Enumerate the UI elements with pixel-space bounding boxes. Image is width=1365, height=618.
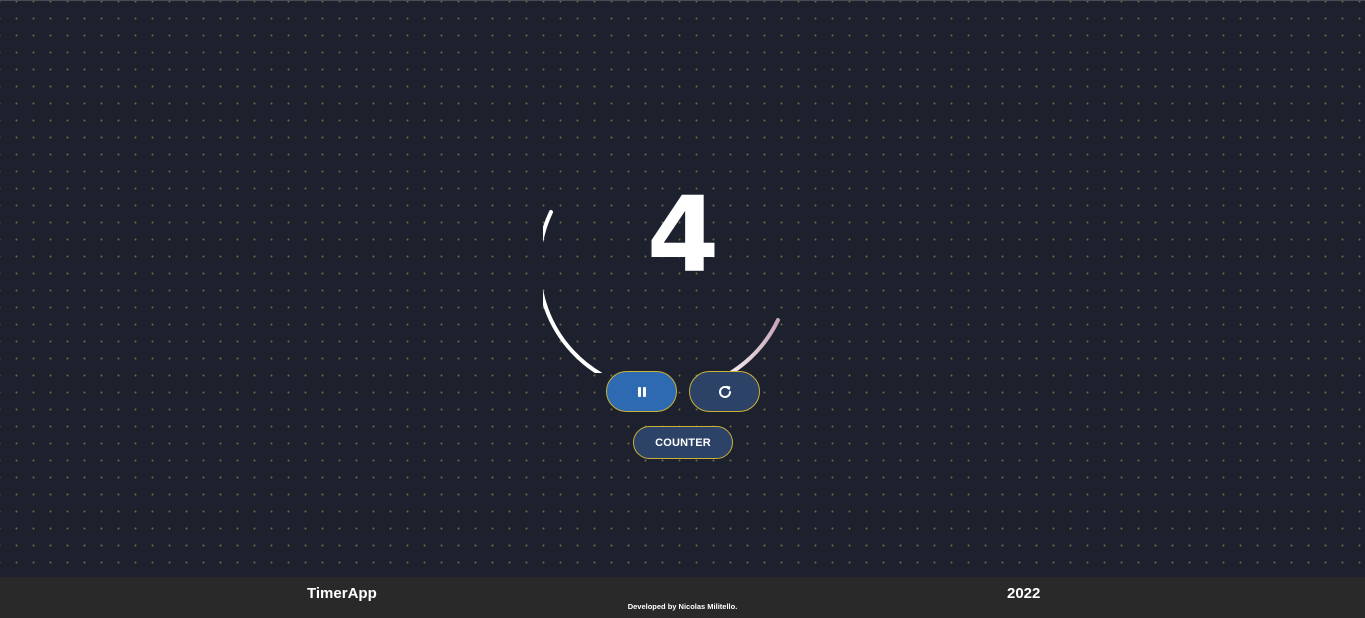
footer-year: 2022 [1007, 585, 1041, 602]
reset-button[interactable] [689, 371, 760, 412]
footer-credit: Developed by Nicolas Militello. [627, 602, 738, 611]
timer-display: 4 [543, 133, 823, 373]
timer-value: 4 [646, 174, 720, 296]
footer: TimerApp Developed by Nicolas Militello.… [0, 577, 1365, 618]
counter-button-label: COUNTER [655, 436, 711, 449]
refresh-icon [718, 385, 731, 398]
counter-button[interactable]: COUNTER [633, 426, 733, 459]
main-area: 4 COUNTER [0, 0, 1365, 577]
footer-brand: TimerApp [307, 585, 377, 602]
pause-icon [637, 386, 646, 397]
pause-button[interactable] [606, 371, 677, 412]
